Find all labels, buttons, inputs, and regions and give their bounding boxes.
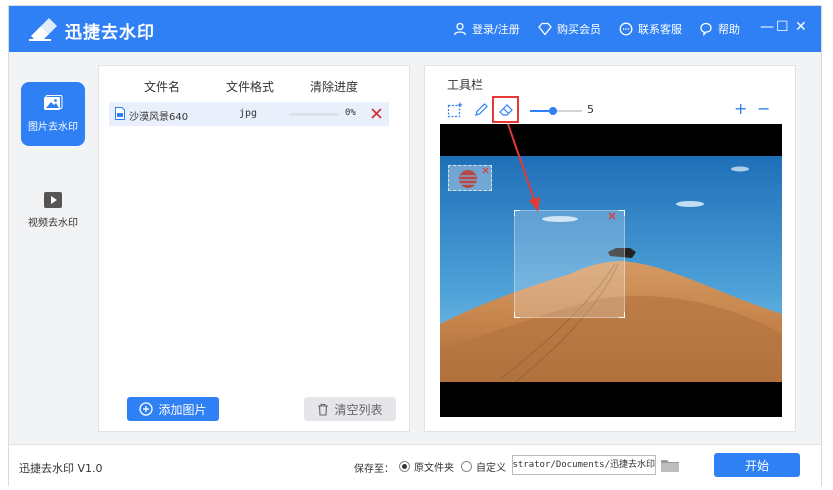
radio-custom[interactable]: 自定义	[461, 459, 506, 474]
zoom-out-button[interactable]: −	[757, 99, 770, 118]
status-bar: 迅捷去水印 V1.0 保存至： 原文件夹 自定义 istrator/Docume…	[9, 444, 821, 486]
watermark-selection-small[interactable]	[448, 165, 492, 191]
buy-member-label: 购买会员	[557, 23, 601, 36]
file-row[interactable]: 沙漠风景640 jpg 0%	[109, 102, 389, 126]
nav-video-label: 视频去水印	[28, 218, 78, 229]
trash-icon	[318, 403, 329, 416]
brush-size-value: 5	[587, 103, 594, 116]
watermark-logo-icon	[459, 170, 477, 188]
plus-circle-icon	[139, 402, 154, 416]
add-image-button[interactable]: 添加图片	[127, 397, 219, 421]
col-header-name: 文件名	[144, 80, 181, 94]
login-link[interactable]: 登录/注册	[453, 21, 520, 37]
chat-icon	[619, 22, 633, 36]
clear-list-label: 清空列表	[334, 402, 383, 417]
progress-text: 0%	[345, 108, 356, 118]
zoom-in-button[interactable]: +	[734, 99, 747, 118]
brush-size-slider[interactable]	[530, 107, 582, 115]
eraser-logo-icon	[29, 18, 57, 41]
annotation-arrow	[507, 123, 540, 212]
image-file-icon	[115, 107, 125, 120]
save-path-text: istrator/Documents/迅捷去水印	[512, 460, 655, 470]
progress-bar	[289, 113, 339, 116]
buy-member-link[interactable]: 购买会员	[538, 21, 601, 37]
help-label: 帮助	[718, 23, 740, 36]
radio-custom-dot[interactable]	[461, 461, 472, 472]
image-preview[interactable]	[440, 124, 782, 417]
diamond-icon	[538, 22, 552, 36]
help-link[interactable]: 帮助	[699, 21, 740, 37]
delete-icon[interactable]	[371, 108, 382, 119]
remove-selection-icon[interactable]	[482, 167, 489, 174]
nav-image-label: 图片去水印	[28, 122, 78, 133]
image-icon	[44, 95, 63, 110]
app-title: 迅捷去水印	[65, 23, 155, 43]
tool-panel: 工具栏 5 + −	[424, 65, 796, 432]
help-icon	[700, 22, 712, 36]
video-play-icon	[44, 192, 62, 208]
col-header-progress: 清除进度	[310, 80, 359, 94]
login-label: 登录/注册	[472, 23, 520, 36]
rect-select-icon[interactable]	[447, 102, 463, 118]
clear-list-button[interactable]: 清空列表	[304, 397, 396, 421]
save-path-field[interactable]: istrator/Documents/迅捷去水印	[512, 455, 656, 475]
pen-icon[interactable]	[473, 102, 489, 118]
close-button[interactable]: ✕	[795, 19, 807, 35]
corner-handle-bl[interactable]	[514, 312, 520, 318]
contact-service-label: 联系客服	[638, 23, 682, 36]
slider-knob[interactable]	[549, 107, 558, 115]
file-format: jpg	[239, 108, 258, 119]
start-button[interactable]: 开始	[714, 453, 800, 477]
col-header-format: 文件格式	[226, 80, 275, 94]
user-icon	[453, 22, 467, 36]
toolbar-label: 工具栏	[447, 78, 484, 92]
radio-original-folder[interactable]: 原文件夹	[399, 459, 454, 474]
minimize-button[interactable]: —	[760, 19, 774, 35]
title-bar: 迅捷去水印 登录/注册 购买会员 联系客服 帮助 — ☐ ✕	[9, 6, 821, 52]
file-list-panel: 文件名 文件格式 清除进度 沙漠风景640 jpg 0% 添加图片 清空列表	[98, 65, 410, 432]
eraser-icon[interactable]	[498, 102, 514, 118]
app-version: 迅捷去水印 V1.0	[19, 462, 103, 475]
corner-handle-tr[interactable]	[619, 210, 625, 216]
corner-handle-br[interactable]	[619, 312, 625, 318]
nav-video-watermark[interactable]: 视频去水印	[21, 178, 85, 242]
radio-original-dot[interactable]	[399, 461, 410, 472]
radio-custom-label: 自定义	[476, 463, 506, 474]
folder-icon[interactable]	[660, 457, 680, 473]
file-name: 沙漠风景640	[129, 112, 189, 123]
watermark-selection-large[interactable]	[514, 210, 625, 318]
file-list-empty-area	[109, 126, 389, 388]
app-window: 迅捷去水印 登录/注册 购买会员 联系客服 帮助 — ☐ ✕ 图片去水印 视频去…	[8, 5, 822, 486]
maximize-button[interactable]: ☐	[776, 19, 789, 35]
nav-image-watermark[interactable]: 图片去水印	[21, 82, 85, 146]
left-nav: 图片去水印 视频去水印	[9, 52, 97, 444]
radio-original-label: 原文件夹	[414, 463, 454, 474]
add-image-label: 添加图片	[158, 402, 207, 417]
save-to-label: 保存至：	[354, 464, 394, 475]
remove-selection-icon-2[interactable]	[608, 212, 616, 220]
contact-service-link[interactable]: 联系客服	[619, 21, 682, 37]
